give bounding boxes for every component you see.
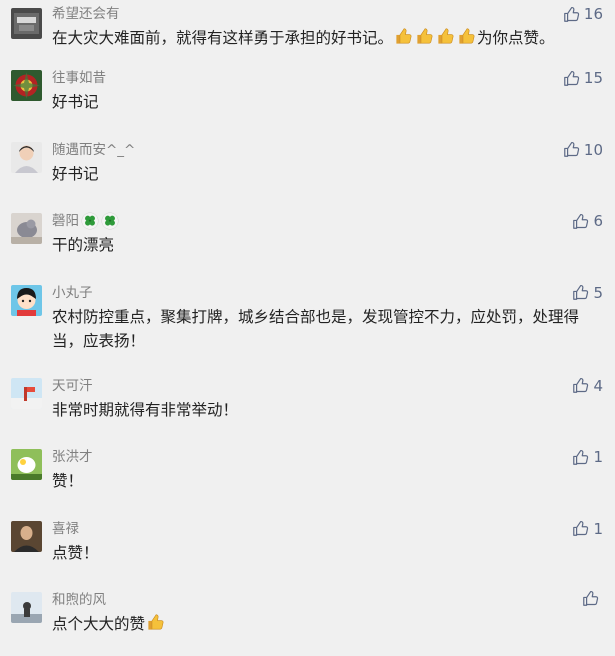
thumbs-up-emoji-icon [394,27,413,46]
comment-text: 点个大大的赞 [52,612,605,636]
comment-text-main: 点个大大的赞 [52,615,146,633]
comment-text: 农村防控重点，聚集打牌，城乡结合部也是，发现管控不力，应处罚，处理得当，应表扬！ [52,307,580,350]
avatar[interactable] [11,70,42,101]
comment-text-main: 在大灾大难面前，就得有这样勇于承担的好书记。 [52,29,394,47]
like-button[interactable]: 1 [572,519,603,539]
like-button[interactable] [582,590,603,607]
like-count: 4 [593,376,603,395]
comment-item: 磬阳 干的漂亮 6 [0,205,615,277]
like-button[interactable]: 1 [572,447,603,467]
avatar[interactable] [11,8,42,39]
thumbs-up-outline-icon [572,520,589,537]
avatar[interactable] [11,377,42,409]
four-leaf-clover-emoji-icon [101,212,119,230]
commenter-name[interactable]: 喜禄 [52,519,605,539]
commenter-name[interactable]: 希望还会有 [52,4,605,24]
commenter-name[interactable]: 天可汗 [52,376,605,396]
thumbs-up-emoji-icon [457,27,476,46]
comment-item: 小丸子 农村防控重点，聚集打牌，城乡结合部也是，发现管控不力，应处罚，处理得当，… [0,277,615,370]
comment-item: 天可汗 非常时期就得有非常举动！ 4 [0,370,615,442]
comment-list: 希望还会有 在大灾大难面前，就得有这样勇于承担的好书记。 为你点赞。 16 往事如… [0,0,615,656]
comment-text-suffix: 为你点赞。 [477,29,555,47]
comment-item: 随遇而安^_^ 好书记 10 [0,134,615,206]
thumbs-up-outline-icon [563,141,580,158]
like-button[interactable]: 4 [572,376,603,396]
commenter-name-text: 磬阳 [52,213,79,229]
comment-item: 希望还会有 在大灾大难面前，就得有这样勇于承担的好书记。 为你点赞。 16 [0,0,615,62]
like-count: 15 [583,69,603,87]
avatar[interactable] [11,449,42,480]
thumbs-up-outline-icon [572,377,589,394]
comment-item: 和煦的风 点个大大的赞 [0,584,615,656]
thumbs-up-outline-icon [563,6,580,23]
avatar[interactable] [11,141,42,173]
avatar[interactable] [11,592,42,623]
like-button[interactable]: 16 [563,4,603,24]
like-count: 10 [583,140,603,159]
like-count: 5 [593,283,603,302]
like-count: 6 [593,212,603,230]
comment-text: 点赞！ [52,543,99,562]
thumbs-up-emoji-icon [146,613,165,632]
like-button[interactable]: 15 [563,68,603,88]
avatar[interactable] [11,520,42,552]
thumbs-up-outline-icon [572,284,589,301]
like-count: 1 [593,519,603,538]
like-button[interactable]: 6 [572,211,603,231]
comment-text: 在大灾大难面前，就得有这样勇于承担的好书记。 为你点赞。 [52,26,605,50]
thumbs-up-outline-icon [563,70,580,87]
comment-text: 赞！ [52,472,84,490]
commenter-name[interactable]: 张洪才 [52,447,605,467]
thumbs-up-outline-icon [572,213,589,230]
like-button[interactable]: 10 [563,140,603,160]
comment-text: 好书记 [52,93,99,111]
commenter-name[interactable]: 往事如昔 [52,68,605,88]
comment-item: 张洪才 赞！ 1 [0,441,615,513]
thumbs-up-emoji-icon [436,27,455,46]
like-button[interactable]: 5 [572,283,603,303]
like-count: 1 [593,448,603,466]
commenter-name[interactable]: 和煦的风 [52,590,605,610]
thumbs-up-outline-icon [572,449,589,466]
avatar[interactable] [11,284,42,316]
comment-text: 干的漂亮 [52,236,115,254]
avatar[interactable] [11,213,42,244]
commenter-name[interactable]: 小丸子 [52,283,605,303]
thumbs-up-outline-icon [582,590,599,607]
comment-text: 非常时期就得有非常举动！ [52,400,239,419]
comment-item: 往事如昔 好书记 15 [0,62,615,134]
commenter-name[interactable]: 随遇而安^_^ [52,140,605,160]
like-count: 16 [583,5,603,23]
commenter-name[interactable]: 磬阳 [52,211,605,231]
thumbs-up-emoji-icon [415,27,434,46]
four-leaf-clover-emoji-icon [81,212,99,230]
comment-item: 喜禄 点赞！ 1 [0,513,615,585]
comment-text: 好书记 [52,164,99,183]
